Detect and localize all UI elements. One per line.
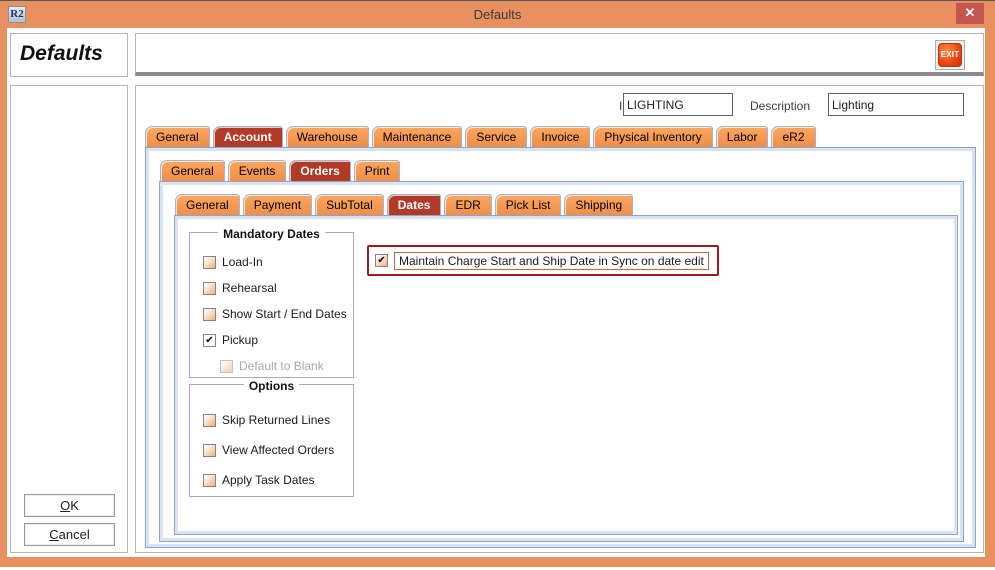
tab-maintenance[interactable]: Maintenance <box>372 126 463 147</box>
tabrow-level1: GeneralAccountWarehouseMaintenanceServic… <box>145 126 816 147</box>
close-icon[interactable]: ✕ <box>956 3 984 24</box>
checkbox-label: Load-In <box>222 255 263 269</box>
tab-account[interactable]: Account <box>213 126 283 147</box>
sync-option-highlight-row[interactable]: ✔ Maintain Charge Start and Ship Date in… <box>367 245 719 276</box>
tab-pick-list[interactable]: Pick List <box>495 194 562 215</box>
account-tab-page: GeneralEventsOrdersPrint GeneralPaymentS… <box>145 147 976 548</box>
tab-labor[interactable]: Labor <box>716 126 769 147</box>
tab-invoice[interactable]: Invoice <box>530 126 590 147</box>
tab-er2[interactable]: eR2 <box>771 126 815 147</box>
description-input[interactable] <box>828 93 964 116</box>
checkbox-row-skip-returned-lines[interactable]: Skip Returned Lines <box>190 405 353 435</box>
left-sidebar-panel: OK Cancel <box>10 85 128 553</box>
exit-button-frame: EXIT <box>935 40 965 70</box>
checkbox[interactable] <box>203 308 216 321</box>
checkbox-label: Default to Blank <box>239 359 324 373</box>
titlebar: R2 Defaults ✕ <box>0 0 995 28</box>
tab-physical-inventory[interactable]: Physical Inventory <box>593 126 712 147</box>
ok-button[interactable]: OK <box>24 494 115 517</box>
checkbox-label: Show Start / End Dates <box>222 307 347 321</box>
checkbox-label: Rehearsal <box>222 281 277 295</box>
checkbox-row-show-start-end-dates[interactable]: Show Start / End Dates <box>190 301 353 327</box>
orders-tab-page: GeneralPaymentSubTotalDatesEDRPick ListS… <box>159 181 964 542</box>
tab-print[interactable]: Print <box>354 160 401 181</box>
exit-button[interactable]: EXIT <box>938 43 962 67</box>
checkbox[interactable] <box>203 282 216 295</box>
tab-events[interactable]: Events <box>228 160 287 181</box>
tab-general[interactable]: General <box>175 194 240 215</box>
checkbox-row-apply-task-dates[interactable]: Apply Task Dates <box>190 465 353 495</box>
main-content-panel: ID Description GeneralAccountWarehouseMa… <box>135 85 984 553</box>
client-area: Defaults OK Cancel EXIT ID Description G… <box>7 28 985 557</box>
options-groupbox: Options Skip Returned LinesView Affected… <box>189 384 354 497</box>
checkbox-row-rehearsal[interactable]: Rehearsal <box>190 275 353 301</box>
toolbar: EXIT <box>135 33 984 76</box>
checkbox-label: Pickup <box>222 333 258 347</box>
tab-warehouse[interactable]: Warehouse <box>286 126 369 147</box>
checkbox[interactable] <box>203 474 216 487</box>
options-title: Options <box>244 379 299 393</box>
description-label: Description <box>750 99 810 113</box>
tab-dates[interactable]: Dates <box>387 194 442 215</box>
tab-subtotal[interactable]: SubTotal <box>315 194 384 215</box>
page-title-box: Defaults <box>10 33 128 77</box>
checkbox-label: View Affected Orders <box>222 443 334 457</box>
defaults-window: R2 Defaults ✕ Defaults OK Cancel EXIT ID… <box>0 0 995 570</box>
tab-orders[interactable]: Orders <box>289 160 350 181</box>
mandatory-dates-title: Mandatory Dates <box>218 227 325 241</box>
tab-general[interactable]: General <box>145 126 210 147</box>
tab-payment[interactable]: Payment <box>243 194 312 215</box>
id-input[interactable] <box>623 93 733 116</box>
page-title: Defaults <box>20 42 103 66</box>
tabrow-level2: GeneralEventsOrdersPrint <box>160 160 400 181</box>
checkbox[interactable] <box>203 414 216 427</box>
tab-edr[interactable]: EDR <box>444 194 491 215</box>
tab-shipping[interactable]: Shipping <box>564 194 633 215</box>
checkbox-row-view-affected-orders[interactable]: View Affected Orders <box>190 435 353 465</box>
window-title: Defaults <box>0 7 995 22</box>
tabrow-level3: GeneralPaymentSubTotalDatesEDRPick ListS… <box>175 194 633 215</box>
groupbox-legend: Options <box>190 377 353 395</box>
checkbox[interactable]: ✔ <box>203 334 216 347</box>
sync-option-checkbox[interactable]: ✔ <box>375 254 388 267</box>
sync-option-label: Maintain Charge Start and Ship Date in S… <box>394 252 709 270</box>
tab-general[interactable]: General <box>160 160 225 181</box>
cancel-button[interactable]: Cancel <box>24 523 115 546</box>
mandatory-dates-groupbox: Mandatory Dates Load-InRehearsalShow Sta… <box>189 232 354 378</box>
groupbox-legend: Mandatory Dates <box>190 225 353 243</box>
checkbox-label: Skip Returned Lines <box>222 413 330 427</box>
checkbox-row-default-to-blank: Default to Blank <box>190 353 353 379</box>
checkbox-label: Apply Task Dates <box>222 473 315 487</box>
checkbox <box>220 360 233 373</box>
checkbox-row-pickup[interactable]: ✔ Pickup <box>190 327 353 353</box>
checkbox-row-load-in[interactable]: Load-In <box>190 249 353 275</box>
tab-service[interactable]: Service <box>465 126 527 147</box>
dates-tab-page: Mandatory Dates Load-In Rehearsal Show Sta… <box>174 215 958 535</box>
checkbox[interactable] <box>203 444 216 457</box>
checkbox[interactable] <box>203 256 216 269</box>
